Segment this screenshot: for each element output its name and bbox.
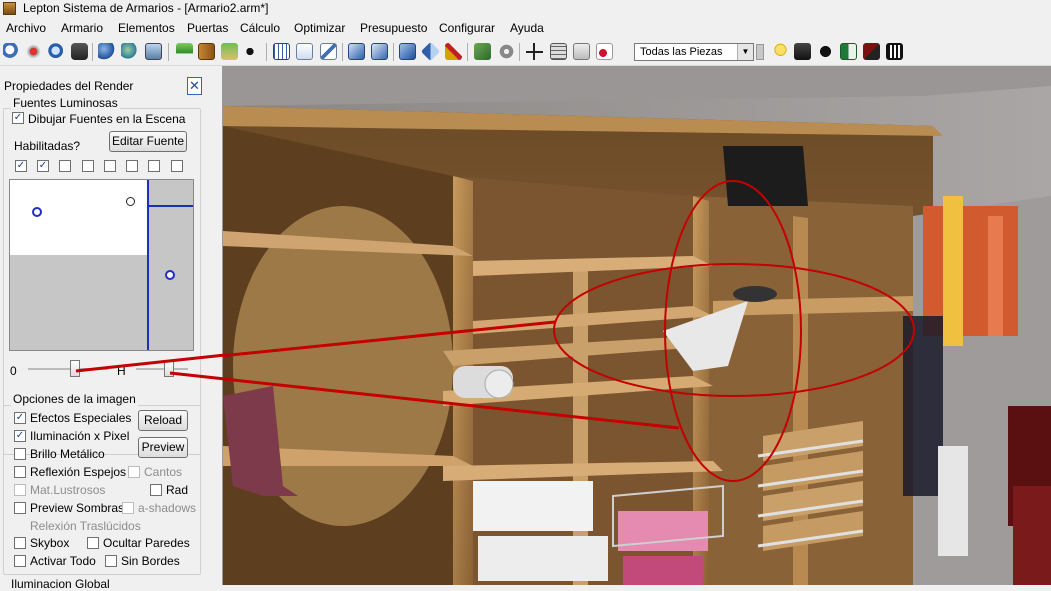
annotation-overlay	[75, 353, 226, 381]
